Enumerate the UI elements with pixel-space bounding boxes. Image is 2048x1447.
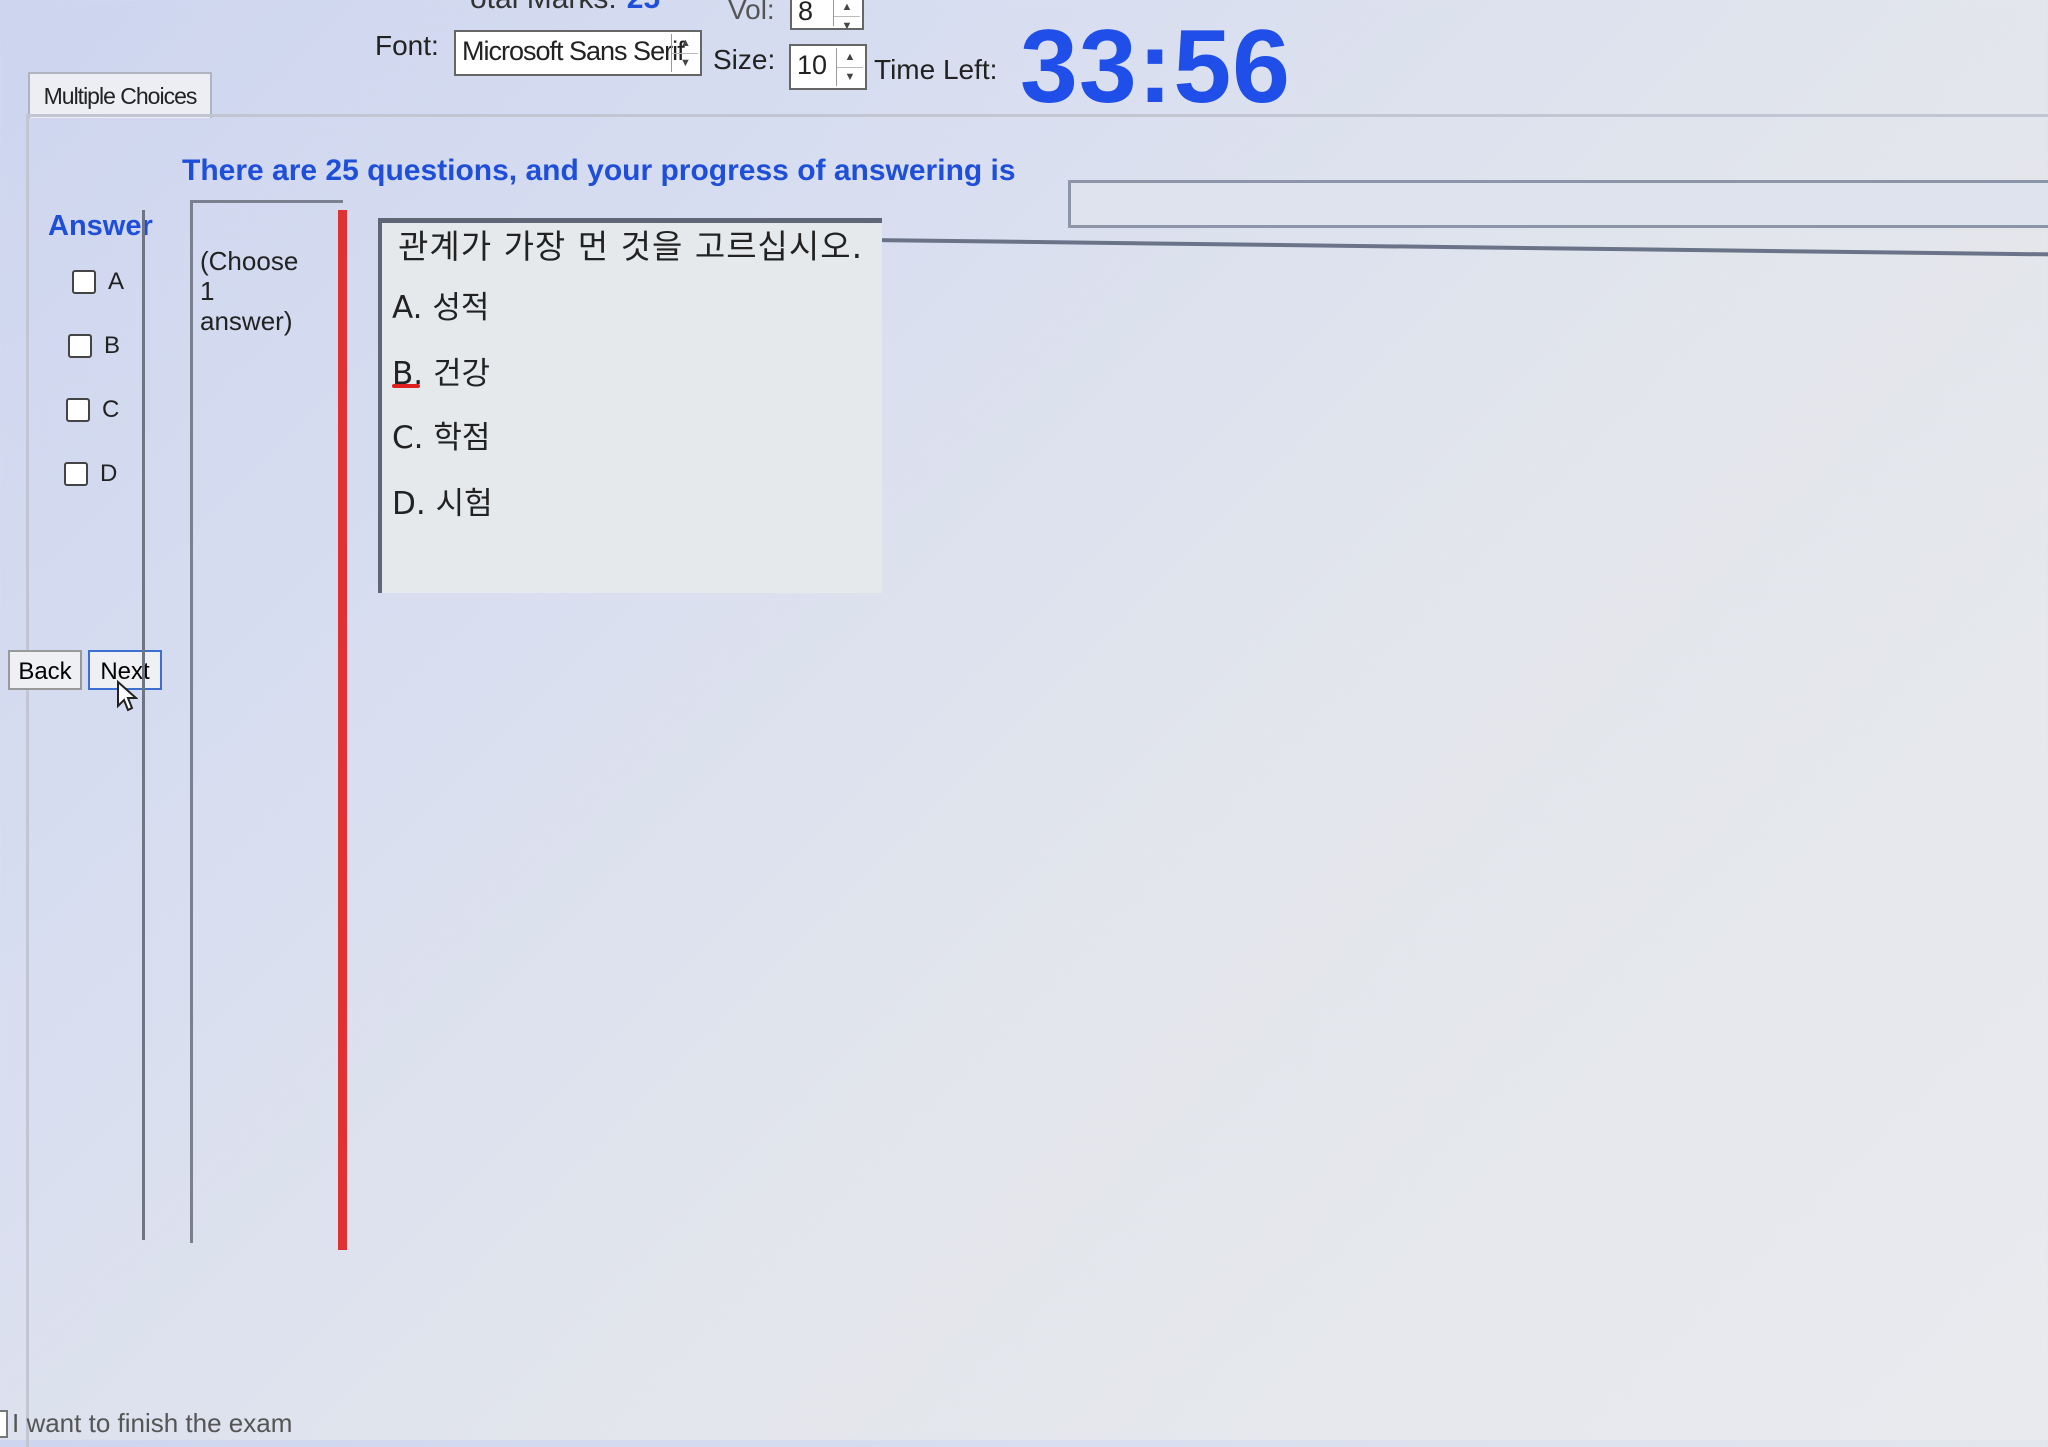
answer-label-c: C [102, 396, 120, 423]
answer-option-c[interactable]: C [66, 396, 119, 424]
spin-arrows-icon[interactable]: ▲ ▼ [833, 0, 860, 32]
total-marks-label: otal Marks: [470, 0, 617, 15]
answer-label-d: D [100, 460, 118, 487]
font-value: Microsoft Sans Serif [462, 36, 685, 66]
answer-label-a: A [108, 268, 125, 295]
red-underline-mark [392, 384, 420, 388]
total-marks: otal Marks: 25 [470, 0, 660, 16]
question-box [378, 218, 882, 593]
spin-arrows-icon[interactable]: ▲ ▼ [671, 34, 698, 72]
progress-text: There are 25 questions, and your progres… [182, 154, 1016, 187]
progress-bar [1068, 180, 2048, 228]
spin-arrows-icon[interactable]: ▲ ▼ [836, 48, 863, 86]
font-label: Font: [375, 30, 439, 61]
question-option-a: A. 성적 [392, 290, 490, 326]
pointer-cursor-icon [117, 680, 138, 712]
back-button[interactable]: Back [8, 650, 82, 690]
finish-checkbox[interactable] [0, 1410, 8, 1438]
vol-value: 8 [798, 0, 814, 26]
choose-instruction: (Choose 1 answer) [200, 246, 330, 336]
choose-line-3: answer) [200, 306, 293, 336]
vol-label: Vol: [728, 0, 775, 25]
checkbox-c[interactable] [66, 398, 90, 422]
question-option-d: D. 시험 [392, 486, 493, 522]
size-spinbox[interactable]: 10 ▲ ▼ [789, 44, 867, 90]
total-marks-value: 25 [627, 0, 660, 15]
vol-spinbox[interactable]: 8 ▲ ▼ [790, 0, 864, 32]
choose-column [190, 200, 343, 1243]
question-text: 관계가 가장 먼 것을 고르십시오. [398, 227, 864, 266]
size-value: 10 [797, 50, 828, 80]
question-option-c: C. 학점 [392, 420, 491, 456]
checkbox-d[interactable] [64, 462, 88, 486]
checkbox-b[interactable] [68, 334, 92, 358]
choose-line-1: (Choose [200, 246, 299, 276]
red-marker-line [338, 210, 347, 1250]
choose-line-2: 1 [200, 276, 215, 306]
answer-option-a[interactable]: A [72, 268, 124, 296]
answer-label-b: B [104, 332, 121, 359]
finish-exam-label[interactable]: I want to finish the exam [12, 1408, 292, 1439]
answer-heading: Answer [48, 210, 153, 242]
answer-option-d[interactable]: D [64, 460, 117, 488]
tab-multiple-choices[interactable]: Multiple Choices [28, 72, 212, 118]
size-label: Size: [713, 44, 776, 75]
time-left-label: Time Left: [874, 54, 998, 85]
divider [142, 210, 145, 1240]
countdown-timer: 33:56 [1020, 9, 1291, 125]
checkbox-a[interactable] [72, 270, 96, 294]
font-selector[interactable]: Microsoft Sans Serif ▲ ▼ [454, 30, 702, 76]
answer-option-b[interactable]: B [68, 332, 120, 360]
